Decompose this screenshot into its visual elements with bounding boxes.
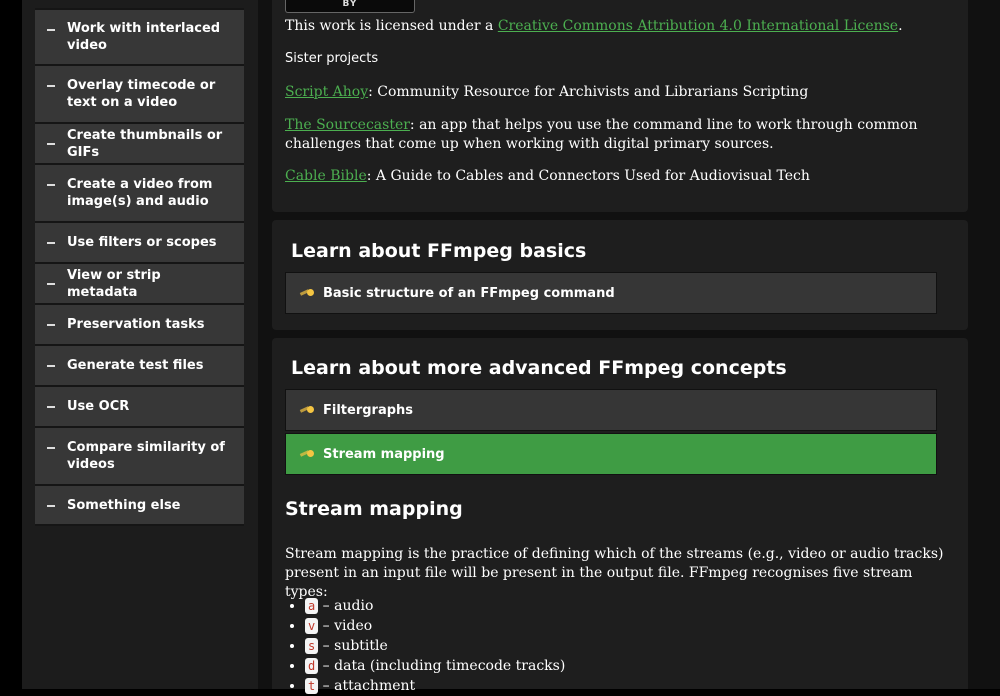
sidebar-item-test-files[interactable]: Generate test files (35, 346, 244, 387)
stream-desc: – attachment (318, 678, 416, 694)
stream-code: v (305, 618, 319, 634)
license-text: This work is licensed under a Creative C… (285, 17, 955, 36)
dash-icon (47, 447, 55, 449)
sidebar-item-label: Something else (67, 497, 181, 513)
sidebar-item-metadata[interactable]: View or strip metadata (35, 264, 244, 305)
accordion-label: Stream mapping (323, 446, 445, 462)
sidebar-item-overlay-timecode[interactable]: Overlay timecode or text on a video (35, 66, 244, 124)
comet-icon (300, 403, 314, 417)
sidebar-item-preservation[interactable]: Preservation tasks (35, 305, 244, 346)
sidebar-item-label: View or strip metadata (67, 267, 161, 300)
dash-icon (47, 29, 55, 31)
list-item: t – attachment (305, 676, 565, 696)
stream-desc: – audio (318, 598, 374, 614)
stream-code: d (305, 658, 319, 674)
sidebar-item-something-else[interactable]: Something else (35, 486, 244, 526)
cable-bible-link[interactable]: Cable Bible (285, 168, 367, 184)
sidebar-item-label: Compare similarity of videos (67, 440, 225, 472)
stream-desc: – video (318, 618, 373, 634)
sidebar-item-interlaced[interactable]: Work with interlaced video (35, 8, 244, 66)
sister-project-cable-bible: Cable Bible: A Guide to Cables and Conne… (285, 167, 955, 186)
dash-icon (47, 365, 55, 367)
stream-desc: – subtitle (318, 638, 388, 654)
sidebar-item-label: Work with interlaced video (67, 21, 221, 53)
cc-license-badge[interactable]: BY (285, 0, 415, 13)
sidebar-item-label: Overlay timecode or text on a video (67, 78, 216, 110)
list-item: d – data (including timecode tracks) (305, 656, 565, 676)
sidebar-item-label: Create a video from image(s) and audio (67, 177, 213, 209)
dash-icon (47, 283, 55, 285)
sidebar-item-label: Preservation tasks (67, 317, 205, 332)
sidebar: Work with interlaced video Overlay timec… (22, 0, 258, 689)
sister-project-script-ahoy: Script Ahoy: Community Resource for Arch… (285, 83, 955, 102)
cc-badge-label: BY (342, 0, 358, 9)
sidebar-item-ocr[interactable]: Use OCR (35, 387, 244, 428)
comet-icon (300, 447, 314, 461)
sourcecaster-link[interactable]: The Sourcecaster (285, 117, 410, 133)
sister-project-sourcecaster: The Sourcecaster: an app that helps you … (285, 116, 955, 154)
accordion-basic-structure[interactable]: Basic structure of an FFmpeg command (285, 272, 937, 314)
stream-type-list: a – audio v – video s – subtitle d – dat… (285, 596, 565, 696)
sister-project-desc: : A Guide to Cables and Connectors Used … (366, 168, 810, 184)
stream-code: t (305, 678, 319, 694)
list-item: s – subtitle (305, 636, 565, 656)
script-ahoy-link[interactable]: Script Ahoy (285, 84, 368, 100)
sidebar-item-label: Use OCR (67, 399, 130, 414)
list-item: v – video (305, 616, 565, 636)
sister-project-desc: : Community Resource for Archivists and … (368, 84, 809, 100)
dash-icon (47, 324, 55, 326)
license-suffix: . (898, 18, 903, 34)
sidebar-item-label: Create thumbnails or GIFs (67, 127, 223, 160)
accordion-filtergraphs[interactable]: Filtergraphs (285, 389, 937, 431)
license-prefix: This work is licensed under a (285, 18, 498, 34)
dash-icon (47, 242, 55, 244)
about-card: BY This work is licensed under a Creativ… (272, 0, 968, 212)
section-title: Stream mapping (285, 498, 463, 520)
sidebar-item-thumbnails[interactable]: Create thumbnails or GIFs (35, 124, 244, 165)
dash-icon (47, 505, 55, 507)
section-intro: Stream mapping is the practice of defini… (285, 546, 944, 600)
cc-license-link[interactable]: Creative Commons Attribution 4.0 Interna… (498, 18, 898, 34)
accordion-label: Basic structure of an FFmpeg command (323, 285, 615, 301)
sidebar-item-filters[interactable]: Use filters or scopes (35, 223, 244, 264)
dash-icon (47, 184, 55, 186)
advanced-title: Learn about more advanced FFmpeg concept… (291, 357, 787, 379)
dash-icon (47, 143, 55, 145)
advanced-card: Learn about more advanced FFmpeg concept… (272, 338, 968, 694)
accordion-label: Filtergraphs (323, 402, 414, 418)
dash-icon (47, 85, 55, 87)
accordion-stream-mapping[interactable]: Stream mapping (285, 433, 937, 475)
list-item: a – audio (305, 596, 565, 616)
page: Work with interlaced video Overlay timec… (22, 0, 1000, 694)
basics-title: Learn about FFmpeg basics (291, 240, 587, 262)
sidebar-item-video-from-images[interactable]: Create a video from image(s) and audio (35, 165, 244, 223)
comet-icon (300, 286, 314, 300)
sidebar-item-label: Use filters or scopes (67, 235, 217, 250)
sidebar-nav: Work with interlaced video Overlay timec… (35, 0, 244, 526)
stream-desc: – data (including timecode tracks) (318, 658, 566, 674)
stream-code: s (305, 638, 319, 654)
stream-code: a (305, 598, 319, 614)
dash-icon (47, 406, 55, 408)
sister-projects-heading: Sister projects (285, 51, 379, 66)
basics-card: Learn about FFmpeg basics Basic structur… (272, 220, 968, 330)
sidebar-item-label: Generate test files (67, 358, 204, 373)
sidebar-item-similarity[interactable]: Compare similarity of videos (35, 428, 244, 486)
